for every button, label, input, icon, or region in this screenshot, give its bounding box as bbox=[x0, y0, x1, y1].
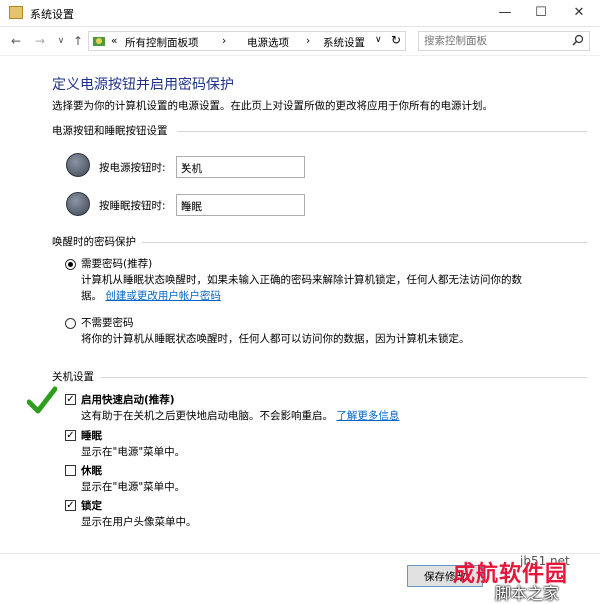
breadcrumb-power-options[interactable]: 电源选项 bbox=[247, 35, 289, 50]
chevron-down-icon: ∨ bbox=[181, 161, 188, 171]
sleep-checkbox[interactable]: ✓ bbox=[65, 430, 76, 441]
breadcrumb-separator[interactable]: › bbox=[306, 35, 310, 47]
require-password-desc-end: 据。 bbox=[81, 290, 102, 302]
no-password-desc: 将你的计算机从睡眠状态唤醒时，任何人都可以访问你的数据，因为计算机未锁定。 bbox=[81, 333, 470, 345]
minimize-button[interactable]: — bbox=[486, 0, 524, 26]
fast-startup-checkbox[interactable]: ✓ bbox=[65, 394, 76, 405]
search-input[interactable] bbox=[424, 33, 564, 49]
lock-desc: 显示在用户头像菜单中。 bbox=[81, 516, 197, 528]
shutdown-group-title: 关机设置 bbox=[52, 371, 94, 383]
group-divider bbox=[177, 131, 587, 132]
hibernate-label[interactable]: 休眠 bbox=[81, 463, 102, 478]
recent-chevron-icon[interactable]: ∨ bbox=[53, 32, 69, 50]
main-content: 定义电源按钮并启用密码保护 选择要为你的计算机设置的电源设置。在此页上对设置所做… bbox=[0, 56, 600, 603]
sleep-label[interactable]: 睡眠 bbox=[81, 428, 102, 443]
page-description: 选择要为你的计算机设置的电源设置。在此页上对设置所做的更改将应用于你所有的电源计… bbox=[52, 100, 493, 112]
power-group-title: 电源按钮和睡眠按钮设置 bbox=[52, 125, 168, 137]
refresh-icon[interactable]: ↻ bbox=[391, 33, 401, 47]
breadcrumb-system-settings[interactable]: 系统设置 bbox=[323, 35, 365, 50]
window-title: 系统设置 bbox=[30, 8, 74, 21]
power-button-icon bbox=[66, 153, 90, 177]
watermark-site: 脚本之家 bbox=[495, 584, 560, 603]
learn-more-link[interactable]: 了解更多信息 bbox=[336, 410, 399, 422]
lock-label[interactable]: 锁定 bbox=[81, 498, 102, 513]
hibernate-desc: 显示在"电源"菜单中。 bbox=[81, 481, 186, 493]
power-button-label: 按电源按钮时: bbox=[99, 162, 166, 174]
control-panel-icon bbox=[9, 6, 23, 19]
sleep-button-select[interactable]: 睡眠 ∨ bbox=[176, 194, 305, 216]
fast-startup-desc: 这有助于在关机之后更快地启动电脑。不会影响重启。 bbox=[81, 410, 333, 422]
address-bar: ← → ∨ ↑ « 所有控制面板项 › 电源选项 › 系统设置 ∨ ↻ bbox=[0, 27, 600, 56]
breadcrumb-separator: « bbox=[111, 35, 118, 47]
require-password-radio[interactable] bbox=[65, 259, 76, 270]
up-arrow-icon[interactable]: ↑ bbox=[70, 32, 86, 50]
fast-startup-desc-line: 这有助于在关机之后更快地启动电脑。不会影响重启。 了解更多信息 bbox=[81, 408, 399, 423]
breadcrumb[interactable]: « 所有控制面板项 › 电源选项 › 系统设置 ∨ ↻ bbox=[88, 31, 406, 51]
search-icon[interactable] bbox=[572, 34, 584, 46]
no-password-radio[interactable] bbox=[65, 318, 76, 329]
address-dropdown-icon[interactable]: ∨ bbox=[375, 35, 382, 45]
hibernate-checkbox[interactable] bbox=[65, 465, 76, 476]
green-checkmark-icon bbox=[27, 386, 57, 414]
sleep-button-label: 按睡眠按钮时: bbox=[99, 200, 166, 212]
no-password-label[interactable]: 不需要密码 bbox=[81, 315, 134, 330]
group-divider bbox=[101, 377, 587, 378]
fast-startup-label[interactable]: 启用快速启动(推荐) bbox=[81, 392, 175, 407]
chevron-down-icon: ∨ bbox=[181, 199, 188, 209]
wake-group-title: 唤醒时的密码保护 bbox=[52, 236, 136, 248]
group-divider bbox=[142, 242, 587, 243]
search-box[interactable] bbox=[418, 31, 590, 51]
sleep-button-icon bbox=[66, 192, 90, 216]
power-button-select[interactable]: 关机 ∨ bbox=[176, 156, 305, 178]
title-bar: 系统设置 — ☐ ✕ bbox=[0, 0, 600, 27]
sleep-desc: 显示在"电源"菜单中。 bbox=[81, 446, 186, 458]
require-password-desc-line2: 据。 创建或更改用户帐户密码 bbox=[81, 288, 221, 303]
page-title: 定义电源按钮并启用密码保护 bbox=[52, 77, 234, 93]
back-arrow-icon[interactable]: ← bbox=[8, 32, 24, 50]
maximize-button[interactable]: ☐ bbox=[522, 0, 560, 26]
require-password-label[interactable]: 需要密码(推荐) bbox=[81, 256, 152, 271]
require-password-desc-line1: 计算机从睡眠状态唤醒时，如果未输入正确的密码来解除计算机锁定，任何人都无法访问你… bbox=[81, 274, 522, 286]
forward-arrow-icon[interactable]: → bbox=[32, 32, 48, 50]
footer-divider bbox=[0, 553, 600, 554]
create-password-link[interactable]: 创建或更改用户帐户密码 bbox=[105, 290, 221, 302]
close-button[interactable]: ✕ bbox=[560, 0, 598, 26]
control-panel-icon bbox=[93, 37, 105, 46]
breadcrumb-separator[interactable]: › bbox=[222, 35, 226, 47]
lock-checkbox[interactable]: ✓ bbox=[65, 500, 76, 511]
breadcrumb-all-items[interactable]: 所有控制面板项 bbox=[125, 35, 199, 50]
